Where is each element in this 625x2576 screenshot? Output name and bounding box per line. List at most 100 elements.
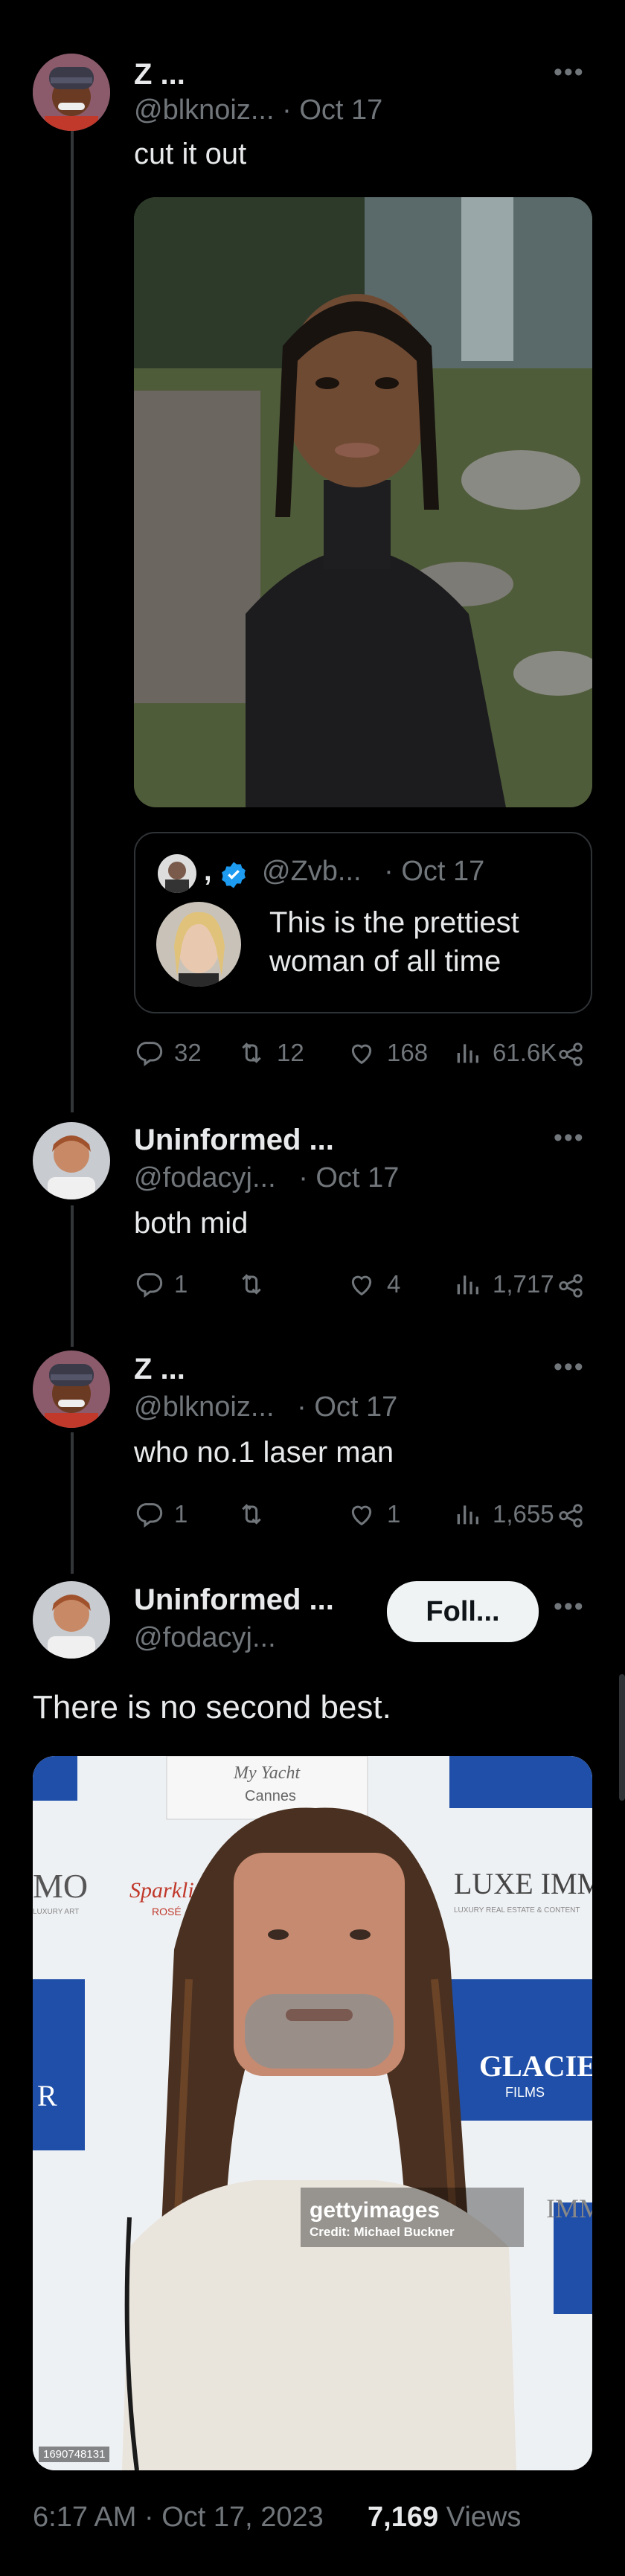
- backdrop-text-1: My Yacht: [233, 1763, 301, 1783]
- quote-handle[interactable]: @Zvb...: [262, 856, 362, 887]
- author-name[interactable]: Z ...: [134, 58, 185, 92]
- views-icon: [457, 1275, 478, 1295]
- tweet-views[interactable]: 7,169 Views: [368, 2502, 521, 2534]
- avatar[interactable]: [33, 1351, 110, 1428]
- follow-button[interactable]: Foll...: [387, 1581, 539, 1642]
- share-icon[interactable]: [557, 1502, 585, 1530]
- verified-icon: [222, 862, 246, 888]
- tweet-photo[interactable]: My Yacht Cannes LUXE IMM LUXURY REAL EST…: [33, 1756, 592, 2470]
- avatar[interactable]: [33, 54, 110, 131]
- photo-id: 1690748131: [39, 2447, 110, 2462]
- reply-icon: [136, 1042, 163, 1066]
- tweet-text: both mid: [134, 1207, 249, 1240]
- backdrop-text-5: GLACIER: [479, 2049, 592, 2083]
- like-button[interactable]: 1: [347, 1499, 400, 1529]
- thread-line-2: [71, 1205, 74, 1347]
- quote-name-prefix[interactable]: ,: [204, 856, 212, 888]
- backdrop-text-12: IMM: [546, 2194, 592, 2223]
- reply-button[interactable]: 1: [134, 1499, 188, 1529]
- reply-icon: [136, 1503, 163, 1528]
- tweet-date[interactable]: · Oct 17: [298, 1162, 399, 1194]
- views-icon: [457, 1044, 478, 1063]
- like-icon: [351, 1505, 372, 1526]
- like-icon: [351, 1044, 372, 1065]
- quoted-tweet[interactable]: , @Zvb... · Oct 17 This is the prettiest…: [134, 832, 592, 1013]
- more-icon[interactable]: •••: [554, 1124, 585, 1153]
- views-icon: [457, 1505, 478, 1525]
- more-icon[interactable]: •••: [554, 58, 585, 87]
- backdrop-text-2: Cannes: [245, 1788, 296, 1804]
- repost-button[interactable]: 12: [237, 1038, 304, 1068]
- author-meta: @blknoiz... · Oct 17: [134, 94, 382, 126]
- quote-avatar-image: [158, 854, 196, 893]
- reply-count: 1: [174, 1270, 188, 1298]
- backdrop-text-11: R: [37, 2079, 57, 2112]
- author-handle[interactable]: @blknoiz...: [134, 94, 275, 126]
- scrollbar[interactable]: [619, 1674, 625, 1801]
- views-number: 7,169: [368, 2502, 439, 2533]
- repost-button[interactable]: [237, 1499, 277, 1529]
- like-count: 1: [387, 1500, 401, 1528]
- like-button[interactable]: 4: [347, 1269, 400, 1299]
- repost-button[interactable]: [237, 1269, 277, 1299]
- repost-icon: [242, 1274, 261, 1295]
- more-icon[interactable]: •••: [554, 1592, 585, 1621]
- author-name[interactable]: Uninformed ...: [134, 1583, 334, 1617]
- backdrop-text-8: ROSÉ: [152, 1906, 182, 1917]
- views-button[interactable]: 61.6K: [452, 1038, 557, 1068]
- avatar[interactable]: [33, 1581, 110, 1659]
- author-name[interactable]: Z ...: [134, 1353, 185, 1386]
- author-name[interactable]: Uninformed ...: [134, 1124, 334, 1157]
- avatar-image: [33, 1581, 110, 1659]
- like-button[interactable]: 168: [347, 1038, 428, 1068]
- reply-count: 32: [174, 1039, 202, 1066]
- views-button[interactable]: 1,717: [452, 1269, 554, 1299]
- quote-date[interactable]: · Oct 17: [384, 856, 484, 887]
- quote-avatar[interactable]: [158, 854, 196, 893]
- views-label: Views: [446, 2502, 522, 2533]
- repost-icon: [242, 1042, 261, 1063]
- reply-icon: [136, 1273, 163, 1298]
- quote-meta: @Zvb... · Oct 17: [262, 856, 484, 888]
- tweet-date[interactable]: · Oct 17: [282, 94, 382, 126]
- views-count: 1,717: [493, 1270, 554, 1298]
- tweet-text: cut it out: [134, 138, 247, 170]
- reply-count: 1: [174, 1500, 188, 1528]
- backdrop-text-6: FILMS: [505, 2085, 545, 2100]
- views-count: 61.6K: [493, 1039, 557, 1066]
- views-button[interactable]: 1,655: [452, 1499, 554, 1529]
- avatar[interactable]: [33, 1122, 110, 1199]
- tweet-date[interactable]: · Oct 17: [297, 1391, 397, 1423]
- author-meta: @blknoiz... · Oct 17: [134, 1391, 397, 1423]
- tweet-text: who no.1 laser man: [134, 1436, 394, 1469]
- share-icon[interactable]: [557, 1040, 585, 1068]
- photo-image: My Yacht Cannes LUXE IMM LUXURY REAL EST…: [33, 1756, 592, 2470]
- quote-text-line2: woman of all time: [269, 945, 501, 978]
- share-icon[interactable]: [557, 1272, 585, 1300]
- reply-button[interactable]: 1: [134, 1269, 188, 1299]
- photo-credit: Credit: Michael Buckner: [310, 2225, 455, 2239]
- author-handle[interactable]: @blknoiz...: [134, 1391, 275, 1423]
- author-handle[interactable]: @fodacyj...: [134, 1622, 276, 1654]
- thread-line-3: [71, 1432, 74, 1574]
- quote-thumb-image: [156, 902, 241, 987]
- tweet-timestamp-row: 6:17 AM · Oct 17, 2023: [33, 2502, 324, 2534]
- quote-text-line1: This is the prettiest: [269, 906, 519, 939]
- tweet-timestamp[interactable]: 6:17 AM · Oct 17, 2023: [33, 2502, 324, 2533]
- avatar-image: [33, 1122, 110, 1199]
- backdrop-text-9: MO: [33, 1867, 88, 1905]
- repost-count: 12: [277, 1039, 304, 1066]
- more-icon[interactable]: •••: [554, 1353, 585, 1382]
- views-count: 1,655: [493, 1500, 554, 1528]
- thread-line-1: [71, 119, 74, 1112]
- like-icon: [351, 1275, 372, 1296]
- quote-media-thumb[interactable]: [156, 902, 241, 987]
- avatar-image: [33, 1351, 110, 1428]
- author-handle[interactable]: @fodacyj...: [134, 1162, 276, 1194]
- tweet-photo[interactable]: [134, 197, 592, 807]
- backdrop-text-3: LUXE IMM: [454, 1867, 592, 1900]
- backdrop-text-4: LUXURY REAL ESTATE & CONTENT: [454, 1906, 580, 1915]
- author-meta: @fodacyj... · Oct 17: [134, 1162, 399, 1194]
- like-count: 4: [387, 1270, 401, 1298]
- reply-button[interactable]: 32: [134, 1038, 202, 1068]
